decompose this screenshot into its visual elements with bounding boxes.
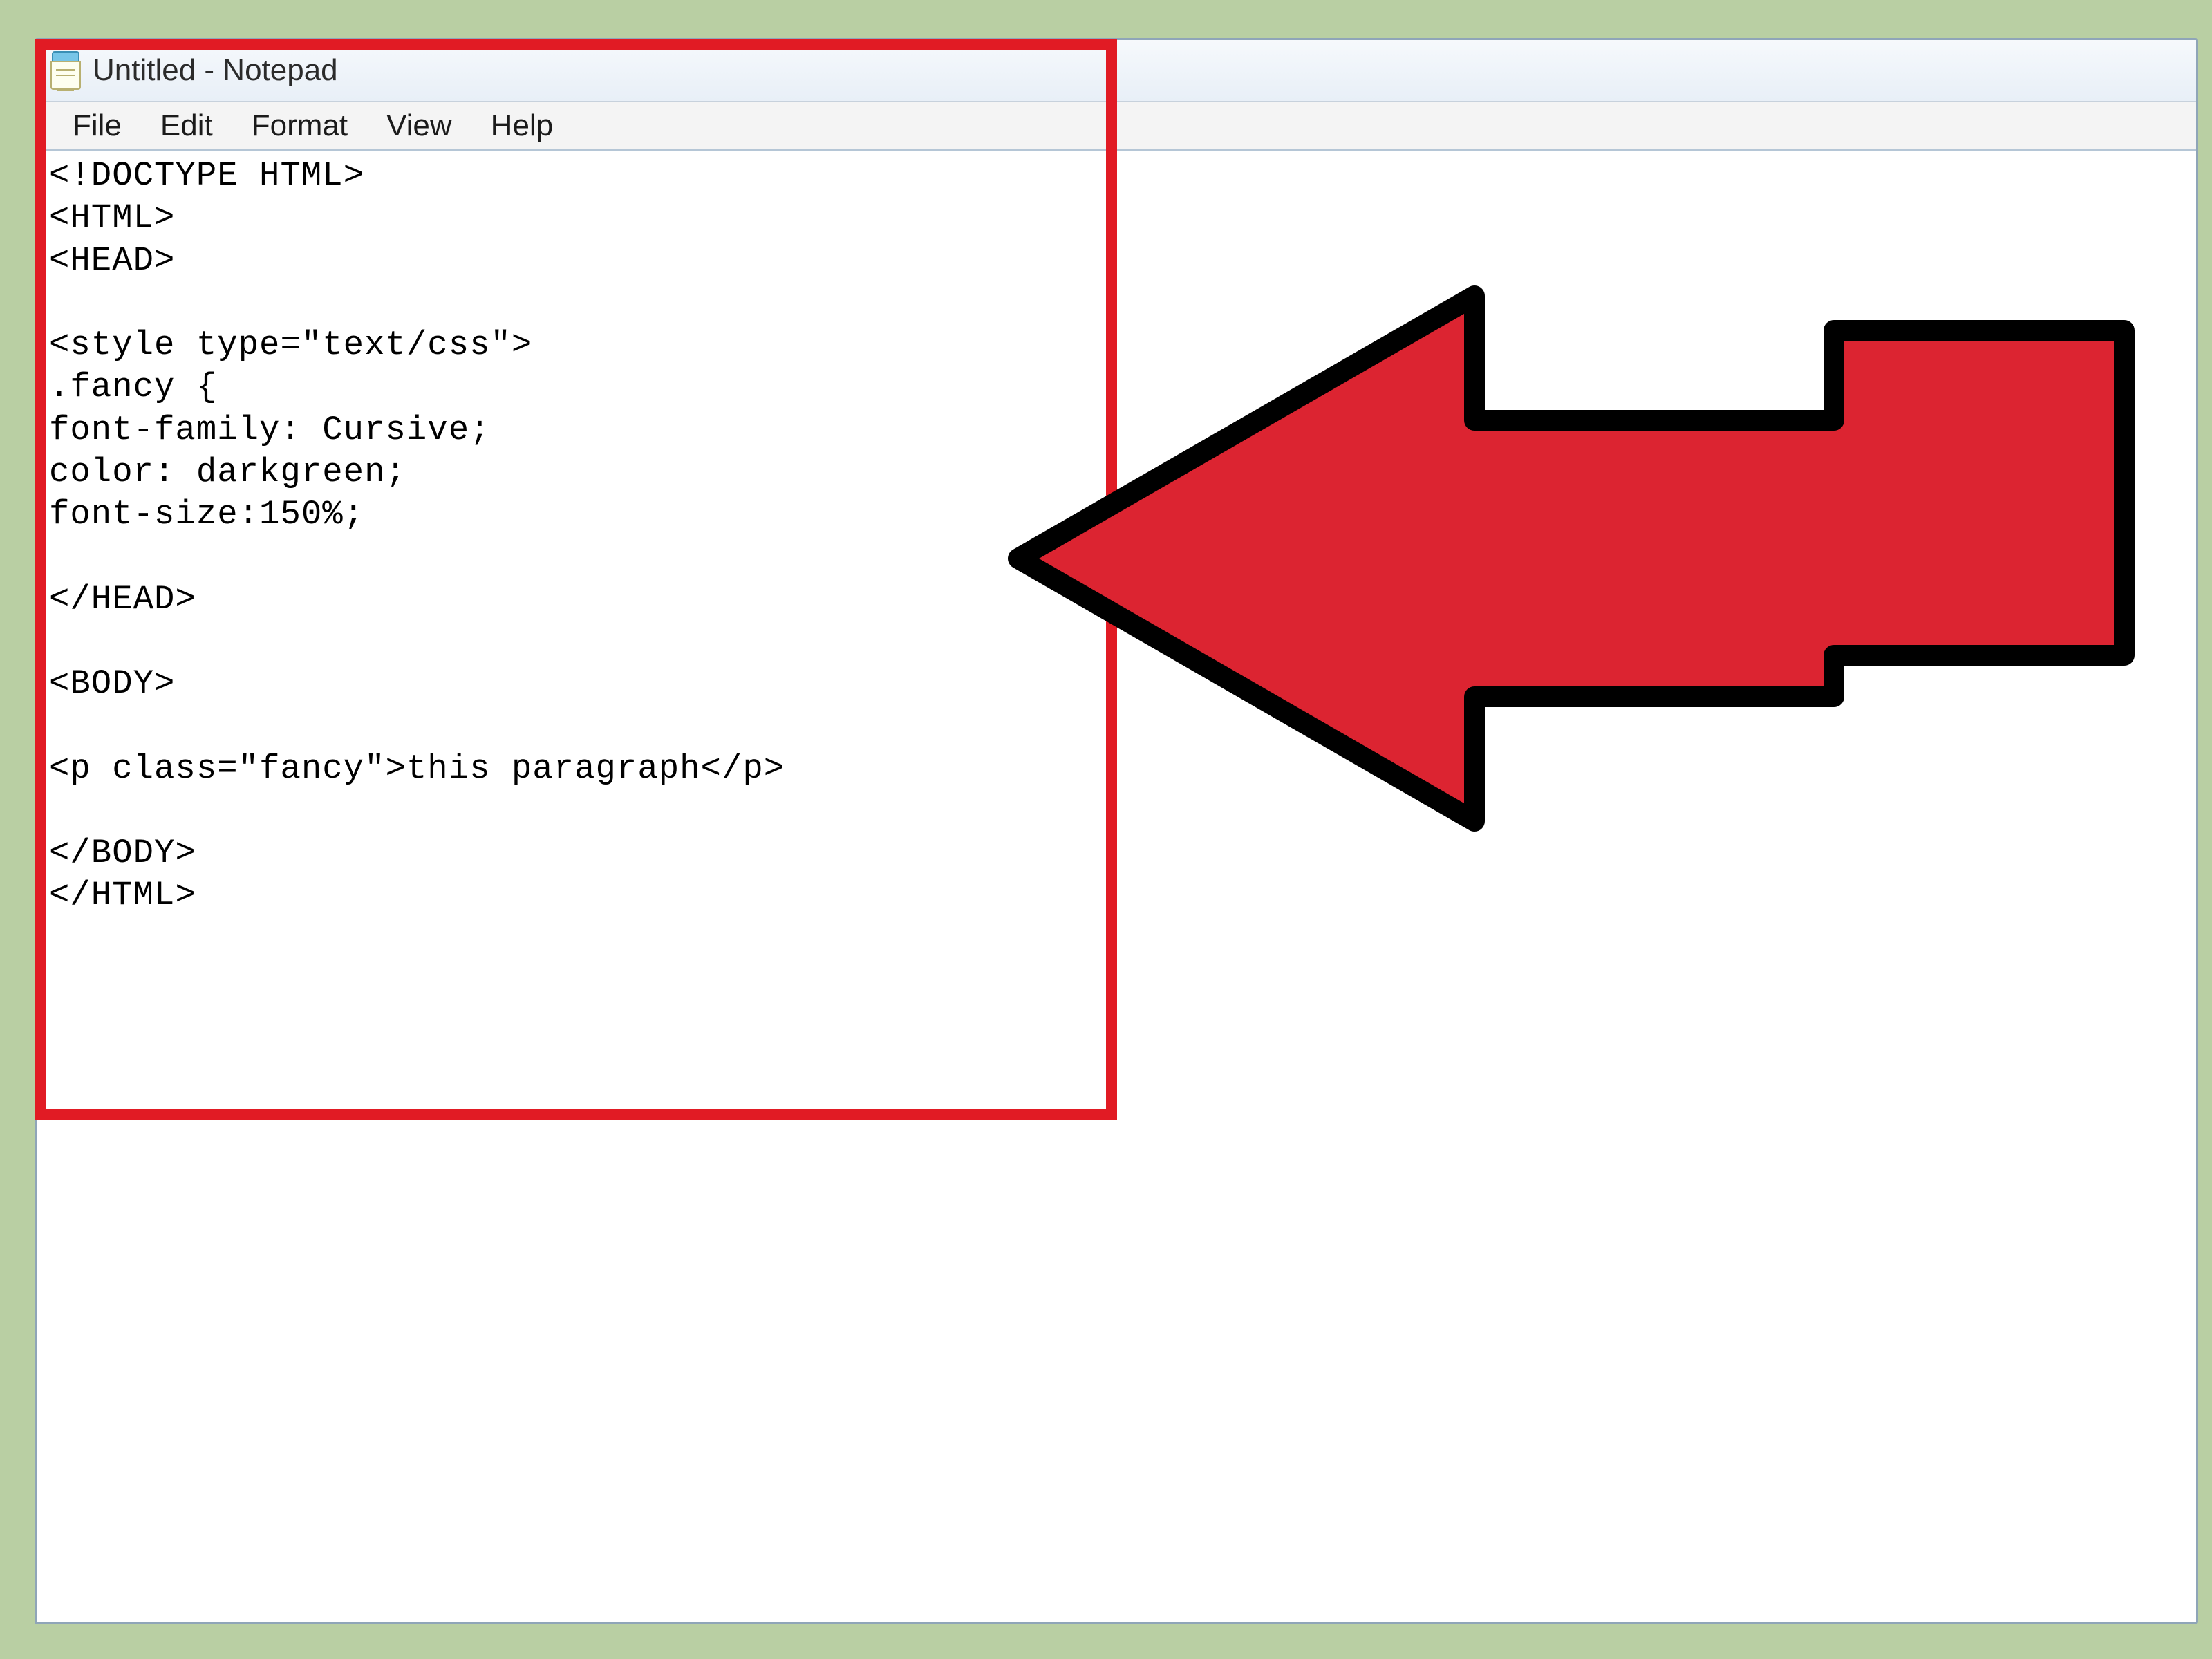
menu-edit[interactable]: Edit [141,106,232,146]
window-title: Untitled - Notepad [93,53,338,88]
menubar: File Edit Format View Help [37,102,2196,151]
menu-format[interactable]: Format [232,106,367,146]
menu-view[interactable]: View [367,106,471,146]
editor-area[interactable]: <!DOCTYPE HTML> <HTML> <HEAD> <style typ… [37,151,2196,1622]
menu-file[interactable]: File [53,106,141,146]
notepad-window: Untitled - Notepad File Edit Format View… [35,38,2198,1624]
notepad-icon [49,51,82,90]
titlebar[interactable]: Untitled - Notepad [37,40,2196,102]
menu-help[interactable]: Help [471,106,573,146]
